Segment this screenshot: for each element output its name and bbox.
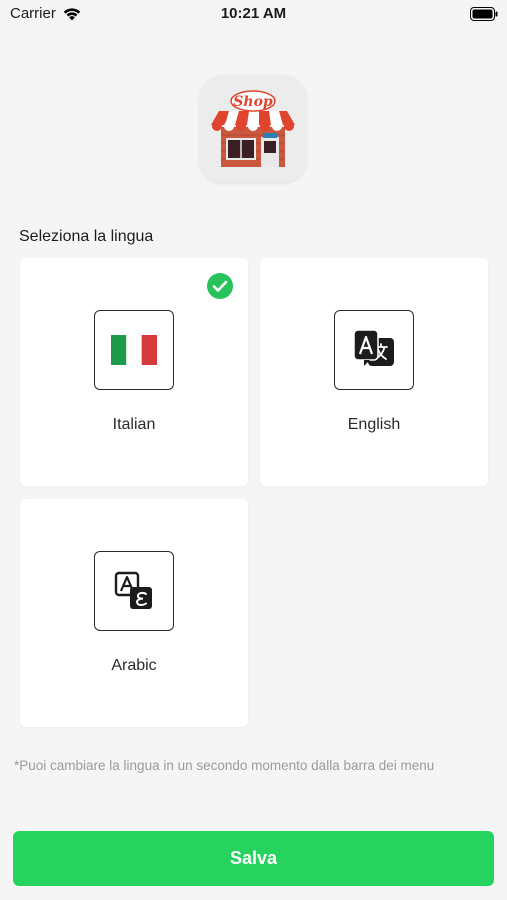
arabic-translate-icon [114, 571, 152, 609]
shop-sign-text: Shop [233, 94, 273, 110]
selected-check-icon [207, 273, 233, 299]
language-change-note: *Puoi cambiare la lingua in un secondo m… [14, 758, 435, 773]
shop-storefront-icon: Shop [211, 90, 295, 167]
status-bar: Carrier 10:21 AM [0, 0, 507, 28]
language-label-italian: Italian [112, 416, 156, 433]
app-logo: Shop [200, 76, 306, 182]
italy-flag-icon [111, 335, 157, 365]
language-label-arabic: Arabic [111, 657, 157, 674]
language-option-italian[interactable]: Italian [20, 258, 248, 486]
clock: 10:21 AM [220, 5, 287, 22]
italy-flag-icon-box [94, 310, 174, 390]
translate-icon-box [334, 310, 414, 390]
battery-icon [470, 7, 498, 21]
translate-icon [353, 329, 394, 366]
save-button[interactable]: Salva [13, 831, 494, 886]
language-label-english: English [347, 416, 401, 433]
language-option-english[interactable]: English [260, 258, 488, 486]
language-option-arabic[interactable]: Arabic [20, 499, 248, 727]
section-title: Seleziona la lingua [19, 228, 154, 245]
arabic-translate-icon-box [94, 551, 174, 631]
